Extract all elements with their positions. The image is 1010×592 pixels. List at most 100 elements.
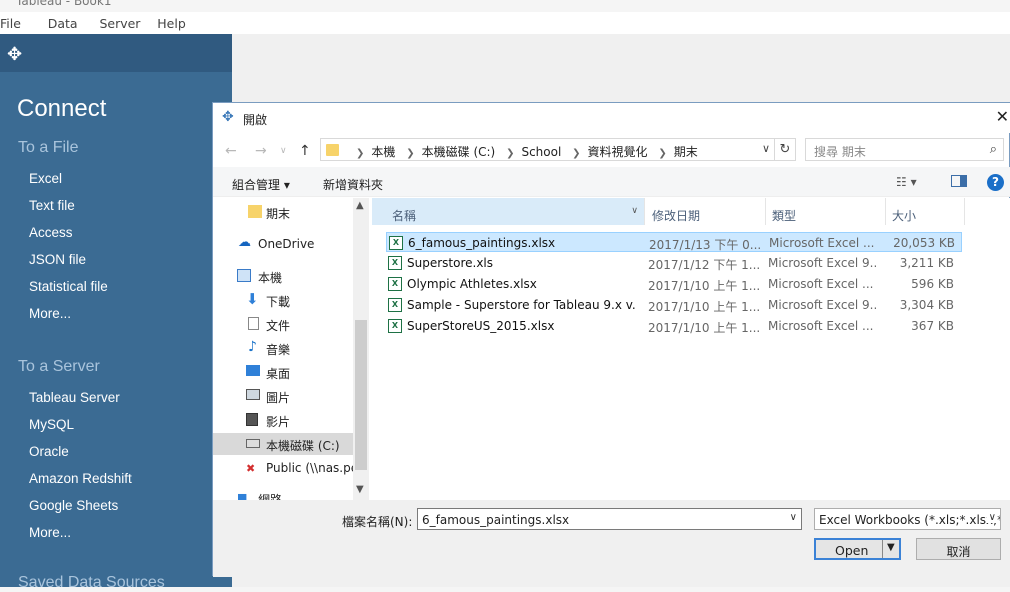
connect-excel-link[interactable]: Excel [29, 171, 62, 186]
chevron-down-icon[interactable]: ∨ [762, 142, 770, 155]
address-bar[interactable]: ❯ 本機 ❯ 本機磁碟 (C:) ❯ School ❯ 資料視覺化 ❯ 期末 ∨ [320, 138, 775, 161]
breadcrumb: ❯ 本機 ❯ 本機磁碟 (C:) ❯ School ❯ 資料視覺化 ❯ 期末 [356, 145, 698, 159]
excel-file-icon: X [388, 298, 402, 312]
connect-server-more-link[interactable]: More... [29, 525, 71, 540]
breadcrumb-item[interactable]: 本機 [371, 145, 395, 159]
connect-text-file-link[interactable]: Text file [29, 198, 75, 213]
nav-item-onedrive[interactable]: ☁ OneDrive [213, 233, 353, 255]
filename-input[interactable]: 6_famous_paintings.xlsx ∨ [417, 508, 802, 530]
menu-data[interactable]: Data [34, 12, 87, 31]
file-list: 名稱 ∨ 修改日期 類型 大小 X 6_famous_paintings.xls… [370, 198, 1010, 500]
file-type-value: Excel Workbooks (*.xls;*.xlsx;* [819, 513, 1001, 527]
open-button[interactable]: Open ▼ [814, 538, 901, 560]
download-icon: ⬇ [246, 290, 259, 308]
new-folder-button[interactable]: 新增資料夾 [323, 176, 383, 193]
filename-label: 檔案名稱(N): [342, 515, 413, 529]
excel-file-icon: X [388, 319, 402, 333]
connect-tableau-server-link[interactable]: Tableau Server [29, 390, 120, 405]
chevron-down-icon[interactable]: ∨ [790, 512, 797, 523]
connect-json-file-link[interactable]: JSON file [29, 252, 86, 267]
connect-access-link[interactable]: Access [29, 225, 73, 240]
connect-oracle-link[interactable]: Oracle [29, 444, 69, 459]
app-title: Tableau - Book1 [16, 0, 112, 8]
nav-item-desktop[interactable]: 桌面 [213, 361, 353, 383]
column-header-date[interactable]: 修改日期 [646, 198, 766, 225]
chevron-down-icon[interactable]: ▼ [887, 542, 895, 553]
up-arrow-icon[interactable]: ↑ [299, 143, 311, 159]
dialog-title-bar: ✥ 開啟 ✕ [213, 103, 1010, 133]
file-row[interactable]: X Superstore.xls 2017/1/12 下午 1... Micro… [386, 253, 962, 273]
menu-server[interactable]: Server [90, 12, 149, 31]
section-to-a-server: To a Server [18, 358, 100, 375]
file-row[interactable]: X Olympic Athletes.xlsx 2017/1/10 上午 1..… [386, 274, 962, 294]
file-row[interactable]: X 6_famous_paintings.xlsx 2017/1/13 下午 0… [386, 232, 962, 252]
computer-icon [237, 269, 251, 282]
breadcrumb-item[interactable]: 期末 [674, 145, 698, 159]
navigation-scrollbar[interactable]: ▲ ▼ [353, 198, 369, 500]
connect-amazon-redshift-link[interactable]: Amazon Redshift [29, 471, 132, 486]
dialog-footer: 檔案名稱(N): 6_famous_paintings.xlsx ∨ Excel… [213, 500, 1010, 577]
column-header-size[interactable]: 大小 [886, 198, 965, 225]
excel-file-icon: X [389, 236, 403, 250]
organize-button[interactable]: 組合管理 ▾ [232, 176, 290, 193]
view-options-icon[interactable]: ☷ ▾ [896, 175, 917, 189]
file-row[interactable]: X SuperStoreUS_2015.xlsx 2017/1/10 上午 1.… [386, 316, 962, 336]
tableau-logo-icon [0, 0, 10, 7]
nav-item-local-disk[interactable]: 本機磁碟 (C:) [213, 433, 353, 455]
menu-help[interactable]: Help [153, 12, 195, 31]
search-input[interactable]: 搜尋 期末 ⌕ [805, 138, 1004, 161]
nav-item-folder[interactable]: 期末 [213, 201, 353, 223]
forward-arrow-icon[interactable]: → [255, 143, 267, 159]
breadcrumb-item[interactable]: 本機磁碟 (C:) [422, 145, 496, 159]
tableau-logo-icon: ✥ [222, 109, 234, 125]
preview-pane-icon[interactable] [951, 175, 967, 187]
address-row: ← → ∨ ↑ ❯ 本機 ❯ 本機磁碟 (C:) ❯ School ❯ 資料視覺化 ❯ 期… [213, 133, 1010, 167]
nav-item-this-pc[interactable]: 本機 [213, 265, 353, 287]
network-icon: ■ [237, 491, 248, 500]
document-icon [248, 317, 259, 330]
navigation-pane: 期末 ☁ OneDrive 本機 ⬇ 下載 文件 ♪ 音樂 桌面 圖片 影片 本… [213, 198, 369, 500]
menu-bar: File Data Server Help [0, 12, 1010, 34]
network-drive-icon: ✖ [246, 462, 256, 475]
scroll-down-icon[interactable]: ▼ [356, 484, 364, 495]
breadcrumb-item[interactable]: School [521, 145, 561, 159]
breadcrumb-item[interactable]: 資料視覺化 [588, 145, 648, 159]
back-arrow-icon[interactable]: ← [225, 143, 237, 159]
dialog-title: 開啟 [243, 113, 268, 127]
excel-file-icon: X [388, 256, 402, 270]
menu-file[interactable]: File [0, 12, 30, 31]
nav-item-music[interactable]: ♪ 音樂 [213, 337, 353, 359]
chevron-down-icon[interactable]: ∨ [986, 512, 996, 523]
help-icon[interactable]: ? [987, 174, 1004, 191]
scrollbar-thumb[interactable] [355, 320, 367, 470]
nav-item-documents[interactable]: 文件 [213, 313, 353, 335]
folder-icon [248, 205, 262, 218]
refresh-icon[interactable]: ↻ [774, 138, 796, 161]
section-to-a-file: To a File [18, 139, 79, 156]
connect-file-more-link[interactable]: More... [29, 306, 71, 321]
desktop-icon [246, 365, 260, 376]
chevron-down-icon[interactable]: ∨ [631, 206, 638, 216]
cancel-button[interactable]: 取消 [916, 538, 1001, 560]
excel-file-icon: X [388, 277, 402, 291]
drive-icon [246, 439, 260, 448]
column-header-type[interactable]: 類型 [766, 198, 886, 225]
tableau-logo-icon[interactable]: ✥ [7, 44, 22, 65]
connect-google-sheets-link[interactable]: Google Sheets [29, 498, 118, 513]
recent-locations-chevron-icon[interactable]: ∨ [280, 146, 287, 156]
nav-item-videos[interactable]: 影片 [213, 409, 353, 431]
nav-item-pictures[interactable]: 圖片 [213, 385, 353, 407]
nav-item-downloads[interactable]: ⬇ 下載 [213, 289, 353, 311]
split-divider [882, 540, 883, 558]
nav-item-network-share[interactable]: ✖ Public (\\nas.pe [213, 457, 358, 479]
file-row[interactable]: X Sample - Superstore for Tableau 9.x v.… [386, 295, 962, 315]
connect-statistical-file-link[interactable]: Statistical file [29, 279, 108, 294]
connect-mysql-link[interactable]: MySQL [29, 417, 74, 432]
column-header-name[interactable]: 名稱 ∨ [372, 198, 645, 225]
picture-icon [246, 389, 260, 400]
scroll-up-icon[interactable]: ▲ [356, 200, 364, 211]
nav-item-network[interactable]: ■ 網路 [213, 487, 353, 500]
folder-icon [326, 144, 339, 156]
file-type-select[interactable]: Excel Workbooks (*.xls;*.xlsx;* ∨ [814, 508, 1001, 530]
close-icon[interactable]: ✕ [996, 107, 1009, 126]
